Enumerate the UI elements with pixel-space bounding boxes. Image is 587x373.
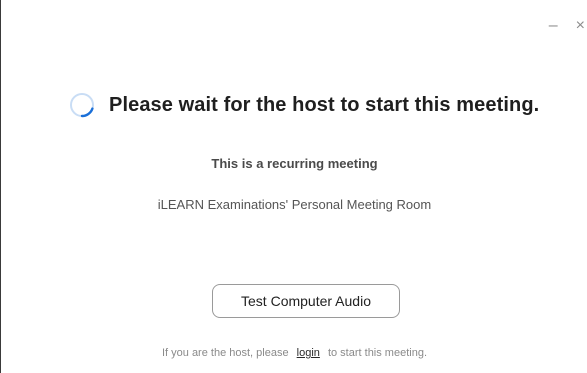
waiting-headline: Please wait for the host to start this m… — [109, 93, 540, 116]
window-controls: – × — [549, 18, 587, 34]
close-button[interactable]: × — [576, 18, 585, 34]
minimize-button[interactable]: – — [549, 18, 558, 34]
loading-spinner-icon — [70, 93, 94, 118]
host-note-suffix: to start this meeting. — [327, 347, 427, 359]
host-note-prefix: If you are the host, please — [161, 347, 289, 359]
meeting-room-name: iLEARN Examinations' Personal Meeting Ro… — [157, 197, 432, 212]
waiting-status: Please wait for the host to start this m… — [69, 92, 539, 118]
test-computer-audio-button[interactable]: Test Computer Audio — [212, 284, 400, 318]
login-link[interactable]: login — [297, 347, 320, 359]
zoom-waiting-window: – × Please wait for the host to start th… — [0, 0, 587, 373]
host-login-note: If you are the host, please login to sta… — [1, 347, 587, 359]
recurring-meeting-label: This is a recurring meeting — [211, 156, 378, 171]
